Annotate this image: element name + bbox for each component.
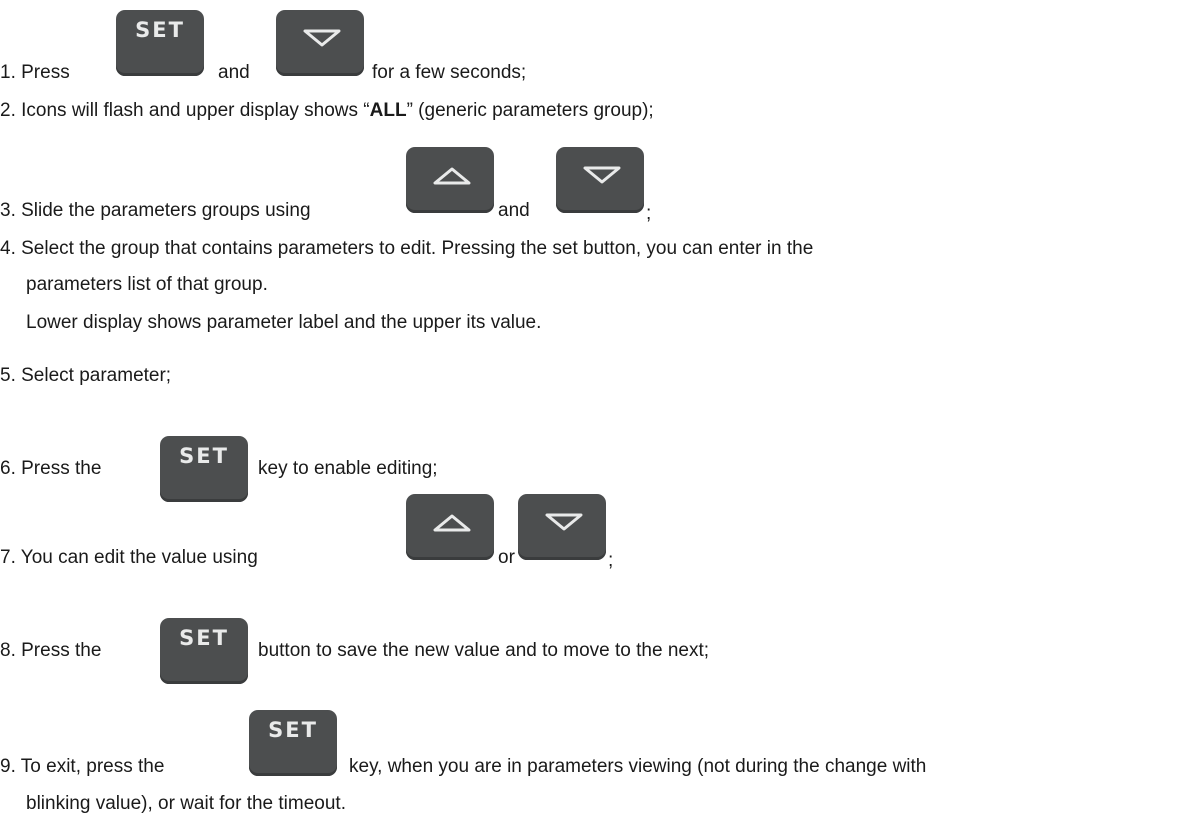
set-key: SET	[116, 10, 204, 76]
step-3-text: 3. Slide the parameters groups using	[0, 200, 311, 221]
step-8-end: button to save the new value and to move…	[258, 640, 710, 661]
set-key: SET	[160, 436, 248, 502]
step-5-text: 5. Select parameter;	[0, 365, 172, 386]
arrow-up-icon	[433, 514, 471, 532]
step-6-text: 6. Press the	[0, 458, 102, 479]
up-key	[406, 147, 494, 213]
set-key: SET	[160, 618, 248, 684]
arrow-down-icon	[583, 166, 621, 184]
step-4-line-1: 4. Select the group that contains parame…	[0, 238, 814, 259]
step-7-text: 7. You can edit the value using	[0, 547, 258, 568]
step-9-line-1: 9. To exit, press the	[0, 756, 165, 777]
step-8-text: 8. Press the	[0, 640, 102, 661]
step-7-or: or	[498, 547, 515, 568]
step-1-and: and	[218, 62, 250, 83]
step-9-line-2: blinking value), or wait for the timeout…	[26, 793, 346, 814]
down-key	[518, 494, 606, 560]
set-key: SET	[249, 710, 337, 776]
step-4-line-2: parameters list of that group.	[26, 274, 268, 295]
step-7-end: ;	[608, 550, 614, 571]
step-9-line-1-end: key, when you are in parameters viewing …	[349, 756, 927, 777]
arrow-down-icon	[545, 513, 583, 531]
step-3-end: ;	[646, 203, 652, 224]
step-3-and: and	[498, 200, 530, 221]
step-6-end: key to enable editing;	[258, 458, 438, 479]
arrow-down-icon	[303, 29, 341, 47]
up-key	[406, 494, 494, 560]
down-key	[276, 10, 364, 76]
step-1-end: for a few seconds;	[372, 62, 527, 83]
down-key	[556, 147, 644, 213]
step-2-text: 2. Icons will flash and upper display sh…	[0, 100, 654, 121]
step-4-line-3: Lower display shows parameter label and …	[26, 312, 542, 333]
arrow-up-icon	[433, 167, 471, 185]
all-label: ALL	[369, 100, 407, 121]
step-1-text: 1. Press	[0, 62, 70, 83]
